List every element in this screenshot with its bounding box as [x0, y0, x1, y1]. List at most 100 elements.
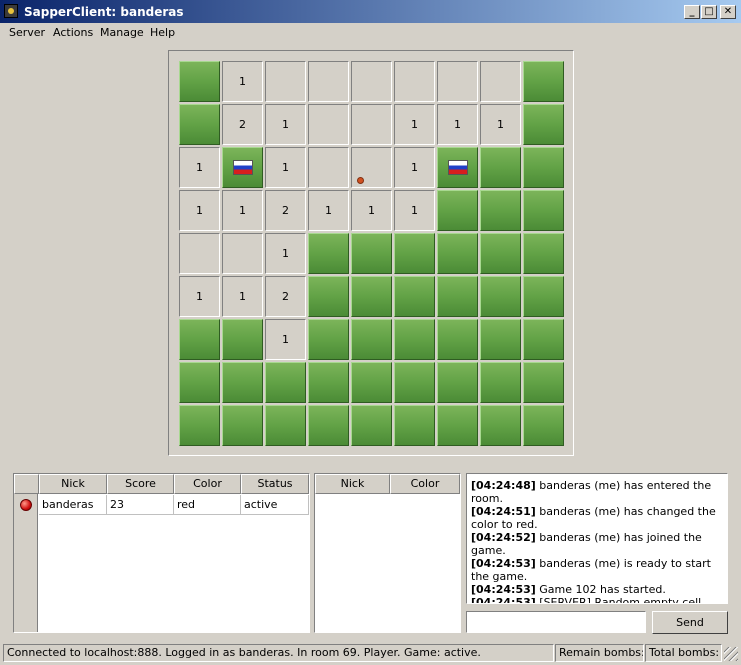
- board-cell-closed[interactable]: [523, 276, 564, 317]
- board-cell-number[interactable]: 2: [265, 276, 306, 317]
- board-cell-open[interactable]: [351, 147, 392, 188]
- players-col-color[interactable]: Color: [174, 474, 241, 494]
- board-cell-closed[interactable]: [523, 104, 564, 145]
- board-cell-closed[interactable]: [523, 362, 564, 403]
- board-cell-closed[interactable]: [308, 233, 349, 274]
- board-cell-closed[interactable]: [308, 405, 349, 446]
- board-cell-number[interactable]: 2: [222, 104, 263, 145]
- board-cell-closed[interactable]: [437, 190, 478, 231]
- board-cell-closed[interactable]: [394, 233, 435, 274]
- menu-server[interactable]: Server: [9, 25, 45, 40]
- board-cell-number[interactable]: 1: [265, 233, 306, 274]
- board-cell-number[interactable]: 1: [437, 104, 478, 145]
- board-cell-closed[interactable]: [308, 362, 349, 403]
- board-cell-closed[interactable]: [480, 405, 521, 446]
- board-cell-closed[interactable]: [437, 405, 478, 446]
- board-cell-number[interactable]: 1: [265, 147, 306, 188]
- spectators-col-color[interactable]: Color: [390, 474, 460, 494]
- board-cell-number[interactable]: 1: [222, 61, 263, 102]
- board-cell-open[interactable]: [437, 61, 478, 102]
- board-cell-closed[interactable]: [351, 405, 392, 446]
- board-cell-closed[interactable]: [437, 319, 478, 360]
- board-cell-closed[interactable]: [480, 233, 521, 274]
- board-cell-open[interactable]: [480, 61, 521, 102]
- board-cell-closed[interactable]: [351, 319, 392, 360]
- spectators-col-nick[interactable]: Nick: [315, 474, 390, 494]
- board-cell-open[interactable]: [265, 61, 306, 102]
- board-cell-closed[interactable]: [394, 319, 435, 360]
- chat-input[interactable]: [466, 611, 646, 633]
- board-cell-open[interactable]: [308, 104, 349, 145]
- board-cell-number[interactable]: 1: [179, 147, 220, 188]
- board-cell-closed[interactable]: [308, 319, 349, 360]
- minimize-button[interactable]: _: [684, 5, 700, 19]
- board-cell-closed[interactable]: [351, 233, 392, 274]
- board-cell-closed[interactable]: [480, 319, 521, 360]
- board-cell-number[interactable]: 1: [394, 190, 435, 231]
- board-cell-number[interactable]: 1: [179, 276, 220, 317]
- board-cell-open[interactable]: [308, 147, 349, 188]
- board-cell-closed[interactable]: [523, 147, 564, 188]
- board-cell-number[interactable]: 1: [179, 190, 220, 231]
- board-cell-closed[interactable]: [179, 61, 220, 102]
- spectators-table: Nick Color: [314, 473, 461, 633]
- board-cell-flagged[interactable]: [222, 147, 263, 188]
- board-cell-number[interactable]: 1: [222, 276, 263, 317]
- board-cell-number[interactable]: 1: [351, 190, 392, 231]
- board-cell-closed[interactable]: [179, 319, 220, 360]
- board-cell-open[interactable]: [222, 233, 263, 274]
- board-cell-closed[interactable]: [480, 362, 521, 403]
- players-col-score[interactable]: Score: [107, 474, 174, 494]
- board-cell-closed[interactable]: [179, 405, 220, 446]
- board-cell-open[interactable]: [179, 233, 220, 274]
- board-cell-closed[interactable]: [394, 276, 435, 317]
- board-cell-closed[interactable]: [523, 233, 564, 274]
- board-cell-closed[interactable]: [480, 147, 521, 188]
- close-button[interactable]: ✕: [720, 5, 736, 19]
- board-cell-number[interactable]: 1: [265, 319, 306, 360]
- players-col-nick[interactable]: Nick: [39, 474, 107, 494]
- resize-grip-icon[interactable]: [724, 647, 738, 661]
- menu-actions[interactable]: Actions: [53, 25, 93, 40]
- board-cell-closed[interactable]: [308, 276, 349, 317]
- status-total-bombs: Total bombs: 9: [645, 644, 722, 662]
- board-cell-closed[interactable]: [437, 362, 478, 403]
- board-cell-closed[interactable]: [222, 362, 263, 403]
- board-cell-closed[interactable]: [222, 319, 263, 360]
- board-cell-number[interactable]: 1: [222, 190, 263, 231]
- board-cell-closed[interactable]: [523, 319, 564, 360]
- players-col-status[interactable]: Status: [241, 474, 309, 494]
- board-cell-closed[interactable]: [480, 190, 521, 231]
- board-cell-closed[interactable]: [394, 362, 435, 403]
- board-cell-number[interactable]: 1: [308, 190, 349, 231]
- board-cell-closed[interactable]: [437, 233, 478, 274]
- board-cell-open[interactable]: [351, 61, 392, 102]
- board-cell-closed[interactable]: [222, 405, 263, 446]
- board-cell-number[interactable]: 1: [480, 104, 521, 145]
- board-cell-closed[interactable]: [179, 104, 220, 145]
- board-cell-closed[interactable]: [351, 276, 392, 317]
- maximize-button[interactable]: □: [701, 5, 717, 19]
- board-cell-closed[interactable]: [351, 362, 392, 403]
- menu-help[interactable]: Help: [150, 25, 175, 40]
- board-cell-closed[interactable]: [480, 276, 521, 317]
- board-cell-closed[interactable]: [394, 405, 435, 446]
- board-cell-number[interactable]: 2: [265, 190, 306, 231]
- board-cell-closed[interactable]: [437, 276, 478, 317]
- menu-manage[interactable]: Manage: [100, 25, 144, 40]
- board-cell-closed[interactable]: [265, 362, 306, 403]
- board-cell-flagged[interactable]: [437, 147, 478, 188]
- board-cell-number[interactable]: 1: [394, 147, 435, 188]
- board-cell-open[interactable]: [351, 104, 392, 145]
- board-cell-number[interactable]: 1: [394, 104, 435, 145]
- board-cell-open[interactable]: [308, 61, 349, 102]
- board-cell-closed[interactable]: [523, 405, 564, 446]
- board-cell-closed[interactable]: [179, 362, 220, 403]
- chat-log[interactable]: [04:24:48] banderas (me) has entered the…: [466, 473, 728, 604]
- board-cell-closed[interactable]: [523, 61, 564, 102]
- board-cell-number[interactable]: 1: [265, 104, 306, 145]
- board-cell-closed[interactable]: [265, 405, 306, 446]
- send-button[interactable]: Send: [652, 611, 728, 634]
- board-cell-open[interactable]: [394, 61, 435, 102]
- board-cell-closed[interactable]: [523, 190, 564, 231]
